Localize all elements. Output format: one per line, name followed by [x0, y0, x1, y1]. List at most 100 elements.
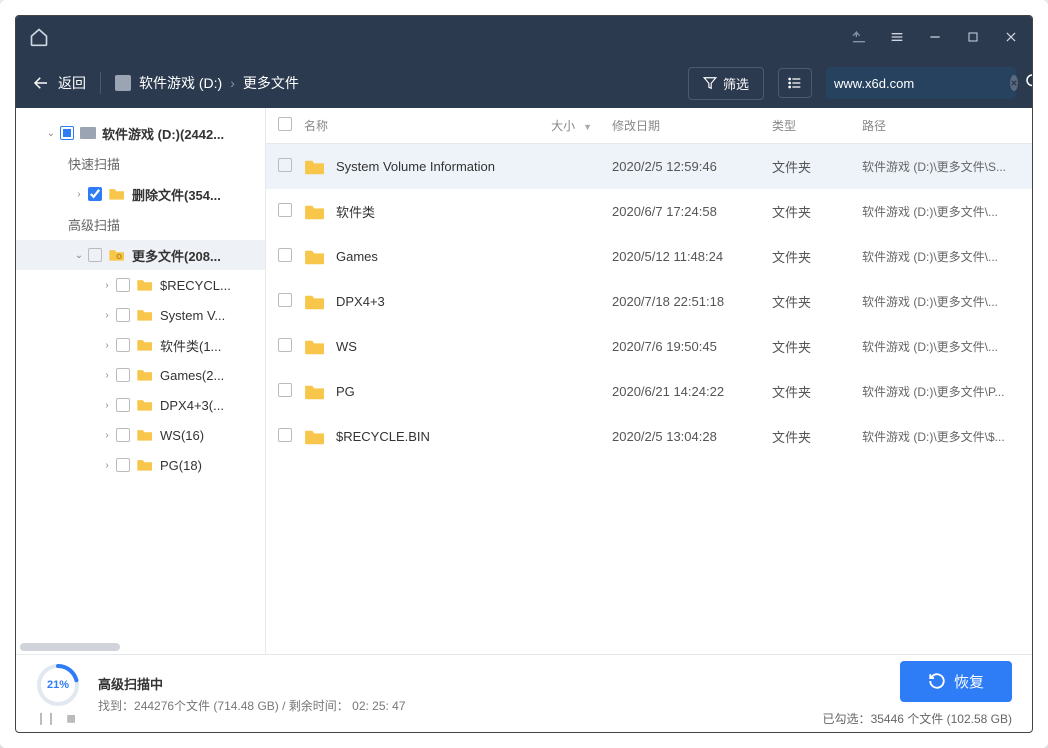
- maximize-icon[interactable]: [964, 28, 982, 46]
- disk-icon: [115, 75, 131, 91]
- folder-icon: [304, 158, 326, 176]
- chevron-right-icon[interactable]: ›: [72, 189, 86, 200]
- tree-child[interactable]: › Games(2...: [16, 360, 265, 390]
- pause-icon[interactable]: ❙❙: [36, 711, 56, 725]
- chevron-right-icon[interactable]: ›: [100, 370, 114, 381]
- divider: [100, 72, 101, 94]
- chevron-right-icon[interactable]: ›: [100, 340, 114, 351]
- file-row[interactable]: PG 2020/6/21 14:24:22 文件夹 软件游戏 (D:)\更多文件…: [266, 369, 1032, 414]
- tree-child[interactable]: › $RECYCL...: [16, 270, 265, 300]
- select-all-checkbox[interactable]: [278, 117, 292, 131]
- col-path[interactable]: 路径: [862, 117, 1032, 134]
- chevron-right-icon[interactable]: ›: [100, 310, 114, 321]
- checkbox[interactable]: [88, 187, 102, 201]
- folder-icon: [304, 203, 326, 221]
- file-row[interactable]: DPX4+3 2020/7/18 22:51:18 文件夹 软件游戏 (D:)\…: [266, 279, 1032, 324]
- row-checkbox[interactable]: [278, 338, 292, 352]
- file-path: 软件游戏 (D:)\更多文件\...: [862, 293, 1032, 310]
- breadcrumb-current: 更多文件: [243, 73, 299, 93]
- recover-button[interactable]: 恢复: [900, 661, 1012, 702]
- tree-child[interactable]: › System V...: [16, 300, 265, 330]
- tree-child[interactable]: › WS(16): [16, 420, 265, 450]
- minimize-icon[interactable]: [926, 28, 944, 46]
- row-checkbox[interactable]: [278, 293, 292, 307]
- row-checkbox[interactable]: [278, 158, 292, 172]
- chevron-down-icon[interactable]: ⌄: [72, 250, 86, 261]
- tree-child[interactable]: › 软件类(1...: [16, 330, 265, 360]
- file-row[interactable]: Games 2020/5/12 11:48:24 文件夹 软件游戏 (D:)\更…: [266, 234, 1032, 279]
- file-list: 名称 大小▼ 修改日期 类型 路径 System Volume Informat…: [266, 108, 1032, 654]
- scan-status-title: 高级扫描中: [98, 674, 406, 693]
- tree-child[interactable]: › PG(18): [16, 450, 265, 480]
- col-type[interactable]: 类型: [772, 117, 862, 134]
- file-name: PG: [336, 384, 355, 399]
- sidebar-horizontal-scrollbar[interactable]: [16, 640, 265, 654]
- folder-icon: [304, 293, 326, 311]
- file-date: 2020/5/12 11:48:24: [612, 249, 772, 264]
- sort-desc-icon: ▼: [583, 122, 592, 132]
- file-type: 文件夹: [772, 427, 862, 446]
- breadcrumb-disk: 软件游戏 (D:): [139, 73, 222, 93]
- scan-status-detail: 找到：244276个文件 (714.48 GB) / 剩余时间： 02: 25:…: [98, 697, 406, 714]
- close-icon[interactable]: [1002, 28, 1020, 46]
- tree-deleted-files[interactable]: › 删除文件(354...: [16, 179, 265, 209]
- checkbox[interactable]: [88, 248, 102, 262]
- checkbox[interactable]: [116, 458, 130, 472]
- chevron-right-icon[interactable]: ›: [100, 430, 114, 441]
- file-type: 文件夹: [772, 382, 862, 401]
- checkbox[interactable]: [116, 428, 130, 442]
- file-row[interactable]: 软件类 2020/6/7 17:24:58 文件夹 软件游戏 (D:)\更多文件…: [266, 189, 1032, 234]
- folder-icon: [136, 338, 154, 352]
- adv-scan-section: 高级扫描: [16, 209, 265, 240]
- tree-item-label: 删除文件(354...: [132, 185, 221, 204]
- list-view-toggle[interactable]: [778, 68, 812, 98]
- file-name: WS: [336, 339, 357, 354]
- tree-item-label: 软件类(1...: [160, 336, 221, 355]
- chevron-down-icon[interactable]: ⌄: [44, 128, 58, 139]
- folder-icon: [136, 368, 154, 382]
- row-checkbox[interactable]: [278, 383, 292, 397]
- menu-icon[interactable]: [888, 28, 906, 46]
- row-checkbox[interactable]: [278, 428, 292, 442]
- share-icon[interactable]: [850, 28, 868, 46]
- search-icon[interactable]: [1024, 72, 1033, 95]
- back-button[interactable]: 返回: [32, 73, 86, 93]
- file-path: 软件游戏 (D:)\更多文件\$...: [862, 428, 1032, 445]
- breadcrumb[interactable]: 软件游戏 (D:) › 更多文件: [115, 73, 674, 93]
- checkbox[interactable]: [116, 308, 130, 322]
- folder-icon: [136, 398, 154, 412]
- stop-icon[interactable]: ◼: [66, 711, 76, 725]
- file-path: 软件游戏 (D:)\更多文件\S...: [862, 158, 1032, 175]
- search-input[interactable]: [834, 76, 1010, 91]
- file-row[interactable]: System Volume Information 2020/2/5 12:59…: [266, 144, 1032, 189]
- recover-label: 恢复: [954, 671, 984, 692]
- tree-item-label: WS(16): [160, 428, 204, 443]
- clear-search-icon[interactable]: [1010, 75, 1018, 91]
- tree-child[interactable]: › DPX4+3(...: [16, 390, 265, 420]
- chevron-right-icon[interactable]: ›: [100, 400, 114, 411]
- tree-root[interactable]: ⌄ 软件游戏 (D:)(2442...: [16, 118, 265, 148]
- search-box[interactable]: [826, 67, 1016, 99]
- file-row[interactable]: $RECYCLE.BIN 2020/2/5 13:04:28 文件夹 软件游戏 …: [266, 414, 1032, 459]
- folder-icon: [304, 248, 326, 266]
- col-date[interactable]: 修改日期: [612, 117, 772, 134]
- file-date: 2020/6/7 17:24:58: [612, 204, 772, 219]
- checkbox[interactable]: [116, 398, 130, 412]
- col-size[interactable]: 大小▼: [532, 117, 612, 134]
- col-name[interactable]: 名称: [304, 117, 532, 134]
- file-name: $RECYCLE.BIN: [336, 429, 430, 444]
- row-checkbox[interactable]: [278, 248, 292, 262]
- home-icon[interactable]: [28, 26, 50, 48]
- checkbox[interactable]: [116, 278, 130, 292]
- folder-icon: [108, 187, 126, 201]
- checkbox[interactable]: [116, 338, 130, 352]
- status-bar: 21% ❙❙ ◼ 高级扫描中 找到：244276个文件 (714.48 GB) …: [16, 654, 1032, 732]
- file-row[interactable]: WS 2020/7/6 19:50:45 文件夹 软件游戏 (D:)\更多文件\…: [266, 324, 1032, 369]
- filter-button[interactable]: 筛选: [688, 67, 764, 100]
- row-checkbox[interactable]: [278, 203, 292, 217]
- chevron-right-icon[interactable]: ›: [100, 280, 114, 291]
- checkbox-partial[interactable]: [60, 126, 74, 140]
- checkbox[interactable]: [116, 368, 130, 382]
- chevron-right-icon[interactable]: ›: [100, 460, 114, 471]
- tree-more-files[interactable]: ⌄ 更多文件(208...: [16, 240, 265, 270]
